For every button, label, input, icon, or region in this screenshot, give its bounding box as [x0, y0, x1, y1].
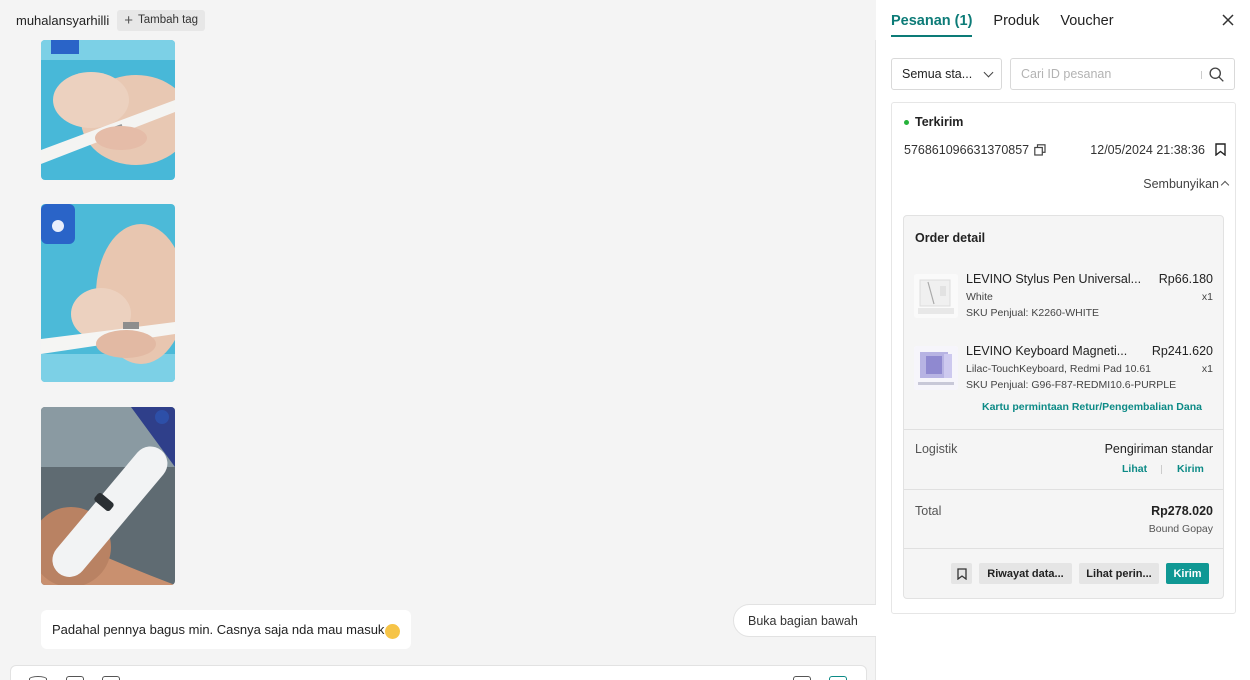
- chat-image-message[interactable]: [41, 407, 175, 585]
- plus-icon: +: [124, 11, 133, 29]
- order-search-box: [1010, 58, 1235, 90]
- chat-area: muhalansyarhilli + Tambah tag Padahal pe…: [0, 0, 883, 680]
- chat-message-text: Padahal pennya bagus min. Casnya saja nd…: [52, 622, 385, 637]
- divider: [904, 489, 1223, 490]
- order-item[interactable]: LEVINO Keyboard Magneti... Rp241.620 Lil…: [914, 344, 1214, 392]
- chat-username: muhalansyarhilli: [16, 12, 110, 28]
- copy-icon[interactable]: [1034, 144, 1046, 156]
- total-amount: Rp278.020: [1151, 504, 1213, 518]
- status-filter-value: Semua sta...: [902, 67, 973, 81]
- search-icon[interactable]: [1208, 66, 1225, 83]
- chat-image-message[interactable]: [41, 40, 175, 180]
- product-thumbnail: [914, 346, 958, 390]
- chevron-down-icon: [983, 67, 994, 78]
- panel-tabs: Pesanan (1) Produk Voucher: [891, 0, 1135, 40]
- return-request-link[interactable]: Kartu permintaan Retur/Pengembalian Dana: [982, 401, 1202, 413]
- tab-orders[interactable]: Pesanan (1): [891, 0, 973, 37]
- logistics-label: Logistik: [915, 442, 958, 456]
- bookmark-button[interactable]: [951, 563, 972, 584]
- tab-vouchers[interactable]: Voucher: [1060, 0, 1113, 37]
- shipping-method: Pengiriman standar: [1104, 442, 1213, 456]
- bookmark-icon: [957, 568, 967, 580]
- history-button[interactable]: Riwayat data...: [979, 563, 1072, 584]
- item-sku: SKU Penjual: G96-F87-REDMI10.6-PURPLE: [966, 379, 1177, 391]
- search-divider: [1201, 71, 1202, 79]
- item-price: Rp241.620: [1151, 344, 1213, 358]
- send-shipping-link[interactable]: Kirim: [1177, 463, 1204, 475]
- chevron-up-icon[interactable]: [1220, 180, 1230, 190]
- view-shipping-link[interactable]: Lihat: [1122, 463, 1147, 475]
- total-label: Total: [915, 504, 942, 518]
- order-id: 576861096631370857: [904, 143, 1046, 157]
- item-price: Rp66.180: [1158, 272, 1213, 286]
- order-id-text: 576861096631370857: [904, 143, 1030, 157]
- order-detail-title: Order detail: [915, 231, 986, 245]
- order-side-panel: Pesanan (1) Produk Voucher Semua sta... …: [876, 0, 1250, 680]
- status-filter-select[interactable]: Semua sta...: [891, 58, 1002, 90]
- link-separator: [1161, 465, 1162, 474]
- item-sku: SKU Penjual: K2260-WHITE: [966, 307, 1100, 319]
- emoji-picker-icon[interactable]: [29, 676, 47, 680]
- chat-message-bubble: Padahal pennya bagus min. Casnya saja nd…: [41, 610, 412, 649]
- app-window: muhalansyarhilli + Tambah tag Padahal pe…: [0, 0, 1250, 680]
- order-status-label: Terkirim: [915, 115, 964, 129]
- scroll-to-bottom-button[interactable]: Buka bagian bawah: [733, 604, 883, 637]
- chat-image: [41, 407, 175, 585]
- product-thumbnail: [914, 274, 958, 318]
- view-details-button[interactable]: Lihat perin...: [1079, 563, 1159, 584]
- add-tag-label: Tambah tag: [137, 14, 199, 26]
- order-status: Terkirim: [904, 115, 963, 129]
- status-dot-icon: [904, 119, 909, 125]
- layout-toggle-icon[interactable]: [829, 676, 847, 680]
- item-quantity: x1: [1201, 291, 1213, 303]
- message-composer[interactable]: [10, 665, 867, 680]
- product-attach-icon[interactable]: [102, 676, 120, 680]
- chat-image: [41, 204, 175, 382]
- divider: [904, 429, 1223, 430]
- send-order-button[interactable]: Kirim: [1166, 563, 1209, 584]
- item-variant: White: [966, 291, 993, 303]
- close-icon[interactable]: [1222, 14, 1234, 26]
- scroll-to-bottom-label: Buka bagian bawah: [748, 613, 858, 628]
- item-name: LEVINO Keyboard Magneti...: [966, 344, 1128, 358]
- hide-details-link[interactable]: Sembunyikan: [1143, 177, 1219, 191]
- tab-products[interactable]: Produk: [993, 0, 1039, 37]
- item-name: LEVINO Stylus Pen Universal...: [966, 272, 1142, 286]
- emoji-icon: [385, 624, 401, 639]
- item-quantity: x1: [1201, 363, 1213, 375]
- order-card: Terkirim 576861096631370857 12/05/2024 2…: [891, 102, 1236, 614]
- template-icon[interactable]: [793, 676, 811, 680]
- item-variant: Lilac-TouchKeyboard, Redmi Pad 10.61: [966, 363, 1152, 375]
- order-detail-box: Order detail LEVINO Stylus Pen Universal…: [903, 215, 1224, 599]
- bookmark-icon[interactable]: [1215, 143, 1226, 156]
- order-date: 12/05/2024 21:38:36: [1090, 143, 1205, 157]
- chat-image: [41, 40, 175, 180]
- add-tag-button[interactable]: + Tambah tag: [117, 9, 206, 31]
- chat-header: muhalansyarhilli + Tambah tag: [0, 0, 876, 40]
- payment-method: Bound Gopay: [1148, 523, 1213, 535]
- chat-image-message[interactable]: [41, 204, 175, 382]
- divider: [904, 548, 1223, 549]
- image-upload-icon[interactable]: [66, 676, 84, 680]
- order-search-input[interactable]: [1011, 59, 1201, 89]
- order-item[interactable]: LEVINO Stylus Pen Universal... Rp66.180 …: [914, 272, 1214, 320]
